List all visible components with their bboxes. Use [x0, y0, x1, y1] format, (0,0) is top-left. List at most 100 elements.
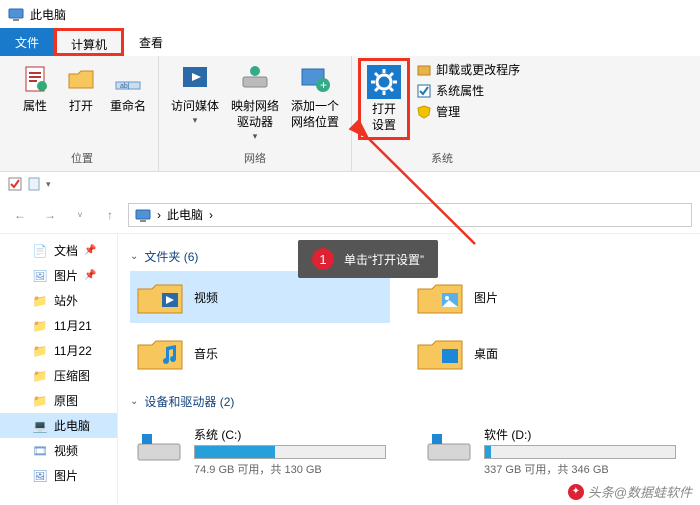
- sidebar-item[interactable]: 🖼图片📌: [0, 263, 117, 288]
- sidebar-item[interactable]: 📁 压缩图: [0, 363, 117, 388]
- open-icon: [64, 62, 98, 96]
- folder-icon: 📄: [32, 243, 48, 259]
- sidebar-item[interactable]: 📁11月21: [0, 313, 117, 338]
- folder-icon: [416, 277, 464, 317]
- window-title: 此电脑: [30, 6, 66, 23]
- globe-monitor-icon: +: [298, 62, 332, 96]
- folder-icon: 🖼: [32, 268, 48, 284]
- folder-icon: 📁: [32, 393, 48, 409]
- tab-view[interactable]: 查看: [124, 28, 178, 56]
- svg-text:ab|: ab|: [120, 83, 130, 90]
- properties-button[interactable]: 属性: [12, 58, 58, 118]
- folder-icon: 📁: [32, 293, 48, 309]
- ribbon-group-network: 访问媒体 ▾ 映射网络 驱动器 ▾ + 添加一个 网络位置 网络: [159, 56, 352, 171]
- forward-button[interactable]: →: [38, 203, 62, 227]
- folder-label: 音乐: [194, 345, 218, 362]
- pin-icon: 📌: [84, 270, 96, 281]
- sidebar-item[interactable]: 🖼图片: [0, 463, 117, 488]
- properties-icon: [18, 62, 52, 96]
- tooltip-text: 单击“打开设置”: [344, 251, 424, 268]
- chevron-down-icon[interactable]: ˅: [68, 203, 92, 227]
- file-icon[interactable]: [28, 177, 40, 191]
- drive-item[interactable]: 系统 (C:) 74.9 GB 可用，共 130 GB: [130, 422, 390, 481]
- drive-subtext: 74.9 GB 可用，共 130 GB: [194, 461, 386, 477]
- folder-icon: [136, 333, 184, 373]
- sidebar-item-label: 此电脑: [54, 417, 90, 434]
- sidebar-item-label: 文档: [54, 242, 78, 259]
- sidebar-item[interactable]: 🎞视频: [0, 438, 117, 463]
- breadcrumb[interactable]: 此电脑: [167, 206, 203, 223]
- address-bar: ← → ˅ ↑ › 此电脑 ›: [0, 196, 700, 234]
- open-button[interactable]: 打开: [58, 58, 104, 118]
- chevron-down-icon[interactable]: ▾: [46, 179, 51, 190]
- back-button[interactable]: ←: [8, 203, 32, 227]
- sidebar-item-label: 视频: [54, 442, 78, 459]
- folder-label: 图片: [474, 289, 498, 306]
- sidebar-item[interactable]: 📄 文档 📌: [0, 238, 117, 263]
- box-icon: [416, 62, 432, 78]
- access-media-button[interactable]: 访问媒体 ▾: [165, 58, 225, 130]
- sidebar-item-label: 图片: [54, 467, 78, 484]
- chevron-down-icon: ▾: [193, 114, 198, 126]
- add-network-location-button[interactable]: + 添加一个 网络位置: [285, 58, 345, 134]
- folder-icon: [416, 333, 464, 373]
- shield-icon: [416, 104, 432, 120]
- group-label-location: 位置: [71, 150, 93, 169]
- computer-icon: [8, 6, 24, 22]
- drive-label: 软件 (D:): [484, 426, 676, 443]
- watermark: ✦头条@数据蛙软件: [568, 482, 692, 501]
- folder-item[interactable]: 视频: [130, 271, 390, 323]
- ribbon: 属性 打开 ab| 重命名 位置 访问媒体 ▾ 映射网络 驱动器 ▾: [0, 56, 700, 172]
- breadcrumb-sep: ›: [209, 208, 213, 222]
- chevron-down-icon: ▾: [253, 130, 258, 142]
- step-badge: 1: [312, 248, 334, 270]
- sidebar-item[interactable]: 📁 11月22: [0, 338, 117, 363]
- drive-network-icon: [238, 62, 272, 96]
- sidebar-item-label: 压缩图: [54, 367, 90, 384]
- tab-computer[interactable]: 计算机: [54, 28, 124, 56]
- ribbon-group-location: 属性 打开 ab| 重命名 位置: [6, 56, 159, 171]
- chevron-down-icon: ⌄: [130, 251, 138, 262]
- group-label-system: 系统: [431, 150, 453, 169]
- navigation-pane: 📄文档📌🖼图片📌📁站外📁11月21📁11月22📁压缩图📁原图💻此电脑🎞视频🖼图片: [0, 234, 118, 505]
- sidebar-item-label: 原图: [54, 392, 78, 409]
- drive-label: 系统 (C:): [194, 426, 386, 443]
- annotation-tooltip: 1 单击“打开设置”: [298, 240, 438, 278]
- folder-icon: 📁: [32, 368, 48, 384]
- sidebar-item-label: 11月22: [54, 342, 92, 359]
- folder-item[interactable]: 桌面: [410, 327, 670, 379]
- folder-item[interactable]: 图片: [410, 271, 670, 323]
- pin-icon: 📌: [84, 245, 96, 256]
- sidebar-item[interactable]: 💻此电脑: [0, 413, 117, 438]
- chevron-down-icon: ⌄: [130, 396, 138, 407]
- quick-access-toolbar: ▾: [0, 172, 700, 196]
- computer-icon: [135, 207, 151, 223]
- drives-section-header[interactable]: ⌄ 设备和驱动器 (2): [130, 387, 688, 416]
- folder-label: 桌面: [474, 345, 498, 362]
- tab-file[interactable]: 文件: [0, 28, 54, 56]
- media-icon: [178, 62, 212, 96]
- folder-icon: 📁: [32, 343, 48, 359]
- up-button[interactable]: ↑: [98, 203, 122, 227]
- sidebar-item-label: 11月21: [54, 317, 92, 334]
- sidebar-item[interactable]: 📁 原图: [0, 388, 117, 413]
- drive-item[interactable]: 软件 (D:)337 GB 可用，共 346 GB: [420, 422, 680, 481]
- svg-text:+: +: [320, 78, 327, 92]
- rename-button[interactable]: ab| 重命名: [104, 58, 152, 118]
- folder-item[interactable]: 音乐: [130, 327, 390, 379]
- breadcrumb-sep: ›: [157, 208, 161, 222]
- uninstall-programs-button[interactable]: 卸载或更改程序: [414, 60, 522, 79]
- open-settings-button[interactable]: 打开 设置: [358, 58, 410, 140]
- sidebar-item[interactable]: 📁站外: [0, 288, 117, 313]
- ribbon-group-system: 打开 设置 卸载或更改程序 系统属性 管理 系统: [352, 56, 532, 171]
- address-input[interactable]: › 此电脑 ›: [128, 203, 692, 227]
- map-drive-button[interactable]: 映射网络 驱动器 ▾: [225, 58, 285, 147]
- checkbox-icon[interactable]: [8, 177, 22, 191]
- system-properties-button[interactable]: 系统属性: [414, 81, 522, 100]
- checkbox-icon: [416, 83, 432, 99]
- gear-icon: [367, 65, 401, 99]
- drive-usage-bar: [194, 445, 386, 459]
- drive-usage-bar: [484, 445, 676, 459]
- manage-button[interactable]: 管理: [414, 102, 522, 121]
- drive-icon: [424, 426, 474, 466]
